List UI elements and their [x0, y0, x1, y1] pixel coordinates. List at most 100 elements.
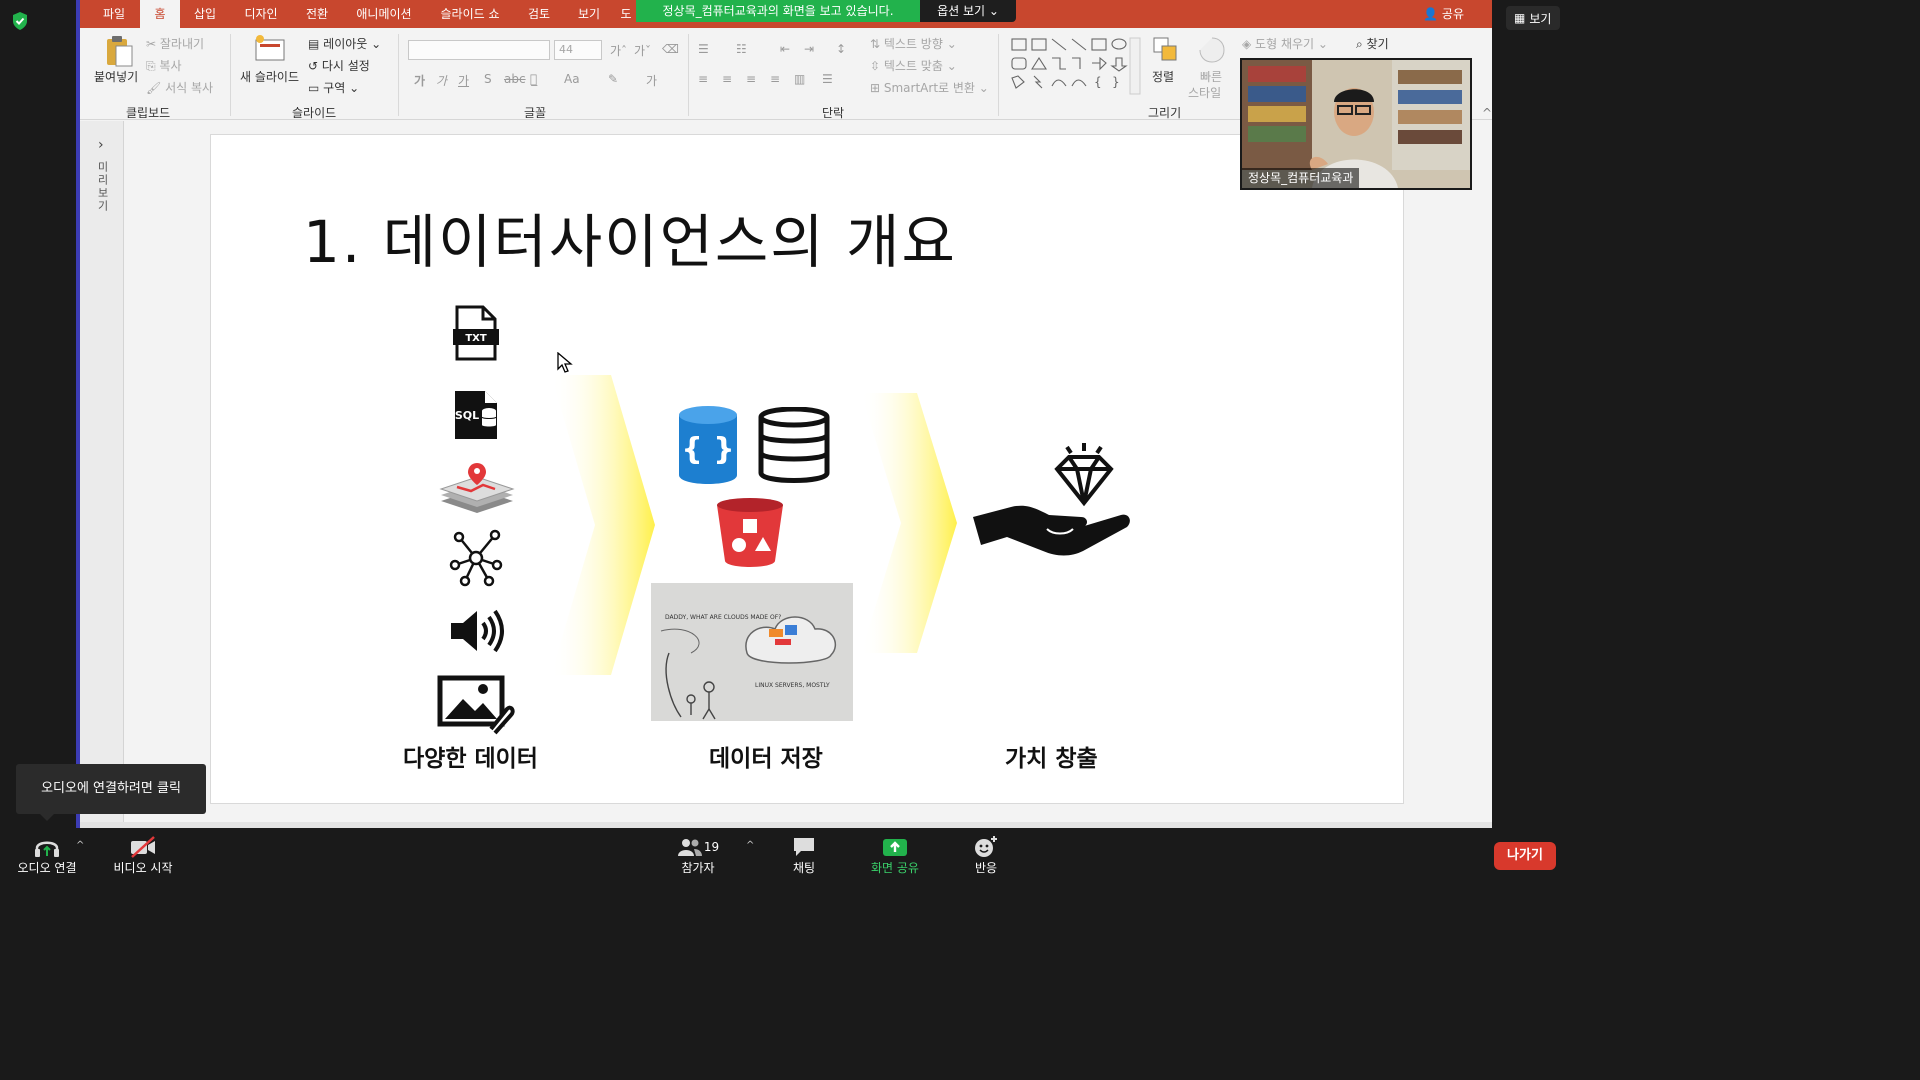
thumbnail-panel-label[interactable]: 미리보기: [94, 161, 110, 213]
align-left-icon[interactable]: ≡: [698, 72, 708, 86]
expand-panel-chevron-icon[interactable]: ›: [98, 137, 104, 153]
new-slide-button[interactable]: 새 슬라이드: [240, 68, 299, 85]
reactions-button[interactable]: 반응: [960, 828, 1012, 882]
start-video-label: 비디오 시작: [113, 860, 173, 875]
tab-home[interactable]: 홈: [140, 0, 180, 28]
paste-button[interactable]: 붙여넣기: [94, 68, 138, 85]
align-center-icon[interactable]: ≡: [722, 72, 732, 86]
share-button[interactable]: 👤 공유: [1423, 0, 1464, 28]
numbering-icon[interactable]: ☷: [736, 42, 747, 56]
decrease-indent-icon[interactable]: ⇤: [780, 42, 790, 56]
quick-styles-line2[interactable]: 스타일: [1188, 84, 1221, 101]
copy-icon: ⎘: [146, 59, 160, 73]
caption-value-creation[interactable]: 가치 창출: [1005, 739, 1098, 773]
tab-file[interactable]: 파일: [88, 0, 140, 28]
font-name-combo[interactable]: [408, 40, 550, 60]
video-off-icon: [131, 835, 155, 858]
tab-view[interactable]: 보기: [566, 0, 612, 28]
increase-indent-icon[interactable]: ⇥: [804, 42, 814, 56]
highlight-icon[interactable]: ✎: [608, 72, 618, 86]
shape-fill-label: 도형 채우기: [1255, 37, 1315, 51]
security-shield-icon[interactable]: [11, 11, 29, 31]
view-options-dropdown[interactable]: 옵션 보기 ⌄: [920, 0, 1016, 22]
underline-icon[interactable]: 가: [458, 72, 469, 89]
paste-icon[interactable]: [104, 34, 134, 68]
separator: [998, 34, 999, 116]
bold-icon[interactable]: 가: [414, 72, 425, 89]
start-video-button[interactable]: 비디오 시작: [104, 828, 182, 882]
quick-styles-line1[interactable]: 빠른: [1200, 68, 1222, 85]
participants-caret-icon[interactable]: ^: [746, 840, 754, 851]
bullets-icon[interactable]: ☰: [698, 42, 709, 56]
cloud-comic-image: DADDY, WHAT ARE CLOUDS MADE OF? LINUX SE…: [651, 583, 853, 721]
share-screen-button[interactable]: 화면 공유: [862, 828, 928, 882]
align-distributed-icon[interactable]: ☰: [822, 72, 833, 86]
quick-styles-icon[interactable]: [1198, 36, 1226, 64]
participant-video-tile[interactable]: 정상목_컴퓨터교육과: [1240, 58, 1472, 190]
brush-icon: 🖌: [146, 81, 166, 95]
align-text-label: 텍스트 맞춤: [883, 59, 943, 73]
tab-insert[interactable]: 삽입: [182, 0, 228, 28]
cut-button[interactable]: ✂ 잘라내기: [146, 35, 204, 52]
svg-text:}: }: [1112, 75, 1120, 89]
layout-button[interactable]: ▤ 레이아웃 ⌄: [308, 35, 381, 52]
participants-button[interactable]: 19 참가자: [668, 828, 728, 882]
align-right-icon[interactable]: ≡: [746, 72, 756, 86]
copy-button[interactable]: ⎘ 복사: [146, 57, 182, 74]
shape-fill-button[interactable]: ◈ 도형 채우기 ⌄: [1242, 35, 1328, 52]
line-spacing-icon[interactable]: ↕: [836, 42, 846, 56]
justify-icon[interactable]: ≡: [770, 72, 780, 86]
arrange-button[interactable]: 정렬: [1152, 68, 1174, 85]
find-button[interactable]: ⌕ 찾기: [1356, 35, 1389, 52]
shapes-gallery[interactable]: {}: [1008, 36, 1142, 96]
copy-label: 복사: [159, 59, 182, 73]
font-size-combo[interactable]: 44: [554, 40, 602, 60]
tab-partial[interactable]: 도: [616, 0, 636, 28]
tab-design[interactable]: 디자인: [230, 0, 292, 28]
grow-font-icon[interactable]: 가ˆ: [610, 42, 627, 59]
join-audio-button[interactable]: 오디오 연결: [10, 828, 84, 882]
spacing-icon[interactable]: 가̲: [530, 72, 537, 86]
caption-data-storage[interactable]: 데이터 저장: [709, 739, 823, 773]
comic-text-1: DADDY, WHAT ARE CLOUDS MADE OF?: [665, 614, 781, 621]
smartart-button[interactable]: ⊞ SmartArt로 변환 ⌄: [870, 79, 989, 96]
txt-file-label: TXT: [465, 333, 487, 344]
smartart-icon: ⊞: [870, 81, 884, 95]
columns-icon[interactable]: ▥: [794, 72, 805, 86]
chat-button[interactable]: 채팅: [778, 828, 830, 882]
arrange-icon[interactable]: [1152, 36, 1180, 64]
slide-title[interactable]: 1. 데이터사이언스의 개요: [303, 195, 957, 279]
section-button[interactable]: ▭ 구역 ⌄: [308, 79, 359, 96]
italic-icon[interactable]: 가: [436, 72, 447, 89]
flow-arrow-1: [551, 375, 655, 675]
change-case-icon[interactable]: Aa: [564, 72, 580, 86]
view-options-label: 옵션 보기: [937, 4, 986, 18]
new-slide-icon[interactable]: [254, 34, 288, 62]
tab-transitions[interactable]: 전환: [294, 0, 340, 28]
format-painter-button[interactable]: 🖌 서식 복사: [146, 79, 213, 96]
tab-review[interactable]: 검토: [516, 0, 562, 28]
map-layers-icon: [439, 463, 515, 513]
slides-group-label: 슬라이드: [292, 106, 337, 120]
flow-arrow-2: [861, 393, 957, 653]
shadow-icon[interactable]: S: [484, 72, 492, 86]
audio-options-caret-icon[interactable]: ^: [76, 840, 84, 851]
comic-text-2: LINUX SERVERS, MOSTLY: [755, 682, 830, 689]
view-options-button[interactable]: ▦ 보기: [1506, 6, 1560, 30]
tab-slideshow[interactable]: 슬라이드 쇼: [430, 0, 510, 28]
align-text-button[interactable]: ⇳ 텍스트 맞춤 ⌄: [870, 57, 957, 74]
strikethrough-icon[interactable]: abc: [504, 72, 526, 86]
participants-icon: [677, 838, 702, 856]
leave-meeting-button[interactable]: 나가기: [1494, 842, 1556, 870]
caption-various-data[interactable]: 다양한 데이터: [403, 739, 538, 773]
reset-label: 다시 설정: [321, 59, 370, 73]
reset-button[interactable]: ↺ 다시 설정: [308, 57, 370, 74]
clear-format-icon[interactable]: ⌫: [662, 42, 679, 56]
shrink-font-icon[interactable]: 가ˇ: [634, 42, 651, 59]
text-direction-button[interactable]: ⇅ 텍스트 방향 ⌄: [870, 35, 957, 52]
json-database-icon: { }: [679, 406, 737, 484]
tab-animations[interactable]: 애니메이션: [344, 0, 424, 28]
collapse-ribbon-icon[interactable]: ^: [1482, 106, 1492, 120]
font-color-icon[interactable]: 가: [646, 72, 657, 89]
slide-canvas[interactable]: 1. 데이터사이언스의 개요 TXT SQL {} DADDY, WHAT A…: [210, 134, 1404, 804]
